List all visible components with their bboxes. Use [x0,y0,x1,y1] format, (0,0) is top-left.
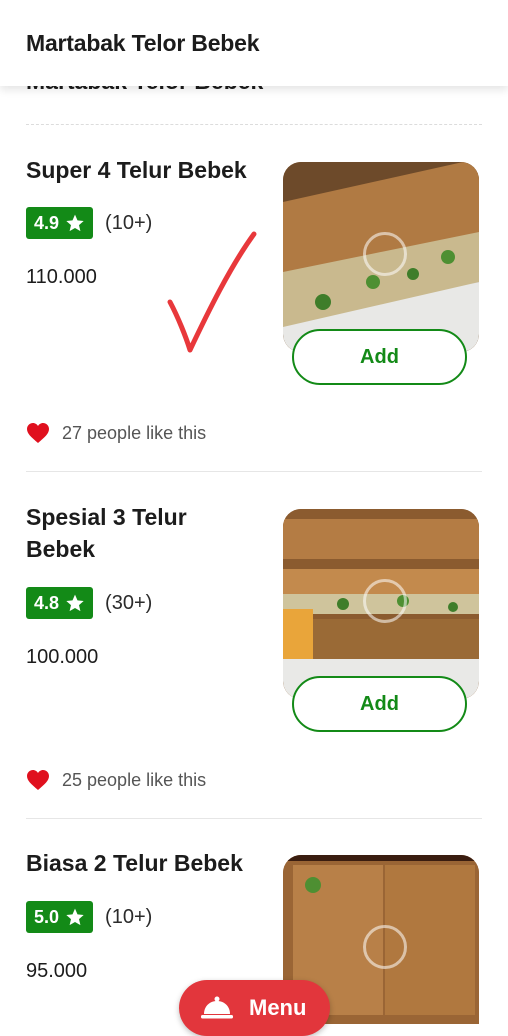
star-icon [66,908,84,926]
item-price: 100.000 [26,646,99,668]
rating-value: 4.9 [34,212,60,233]
item-name: Super 4 Telur Bebek [26,157,247,183]
item-photo[interactable] [283,162,479,352]
menu-button[interactable]: Menu [179,980,330,1036]
item-divider [26,471,482,472]
page-title: Martabak Telor Bebek [26,29,260,56]
watermark [363,925,407,969]
add-button[interactable]: Add [292,329,467,385]
rating: 5.0 (10+) [26,901,152,933]
item-name: Biasa 2 Telur Bebek [26,850,243,876]
rating-count: (10+) [105,211,153,234]
rating: 4.9 (10+) [26,207,152,239]
handwritten-checkmark [167,231,257,353]
rating-badge: 4.8 [26,587,94,619]
rating-badge: 5.0 [26,901,94,933]
item-name: Spesial 3 Telur Bebek [26,504,187,562]
watermark [363,579,407,623]
likes: 25 people like this [26,769,206,791]
rating-badge: 4.9 [26,207,94,239]
item-divider [26,818,482,819]
menu-label: Menu [249,995,307,1020]
item-photo[interactable] [283,509,479,699]
rating-count: (10+) [105,905,153,928]
rating: 4.8 (30+) [26,587,152,619]
heart-icon [27,423,49,443]
rating-count: (30+) [105,591,153,614]
rating-value: 5.0 [34,906,60,927]
item-price: 95.000 [26,960,88,982]
heart-icon [27,770,49,790]
section-divider [26,124,482,125]
likes-text: 27 people like this [62,422,207,443]
watermark [363,232,407,276]
top-bar: Martabak Telor Bebek [0,0,508,86]
star-icon [66,214,84,232]
likes: 27 people like this [26,422,206,444]
rating-value: 4.8 [34,592,60,613]
item-price: 110.000 [26,266,97,288]
cloche-icon [201,996,233,1019]
star-icon [66,594,84,612]
add-button[interactable]: Add [292,676,467,732]
likes-text: 25 people like this [62,769,207,790]
